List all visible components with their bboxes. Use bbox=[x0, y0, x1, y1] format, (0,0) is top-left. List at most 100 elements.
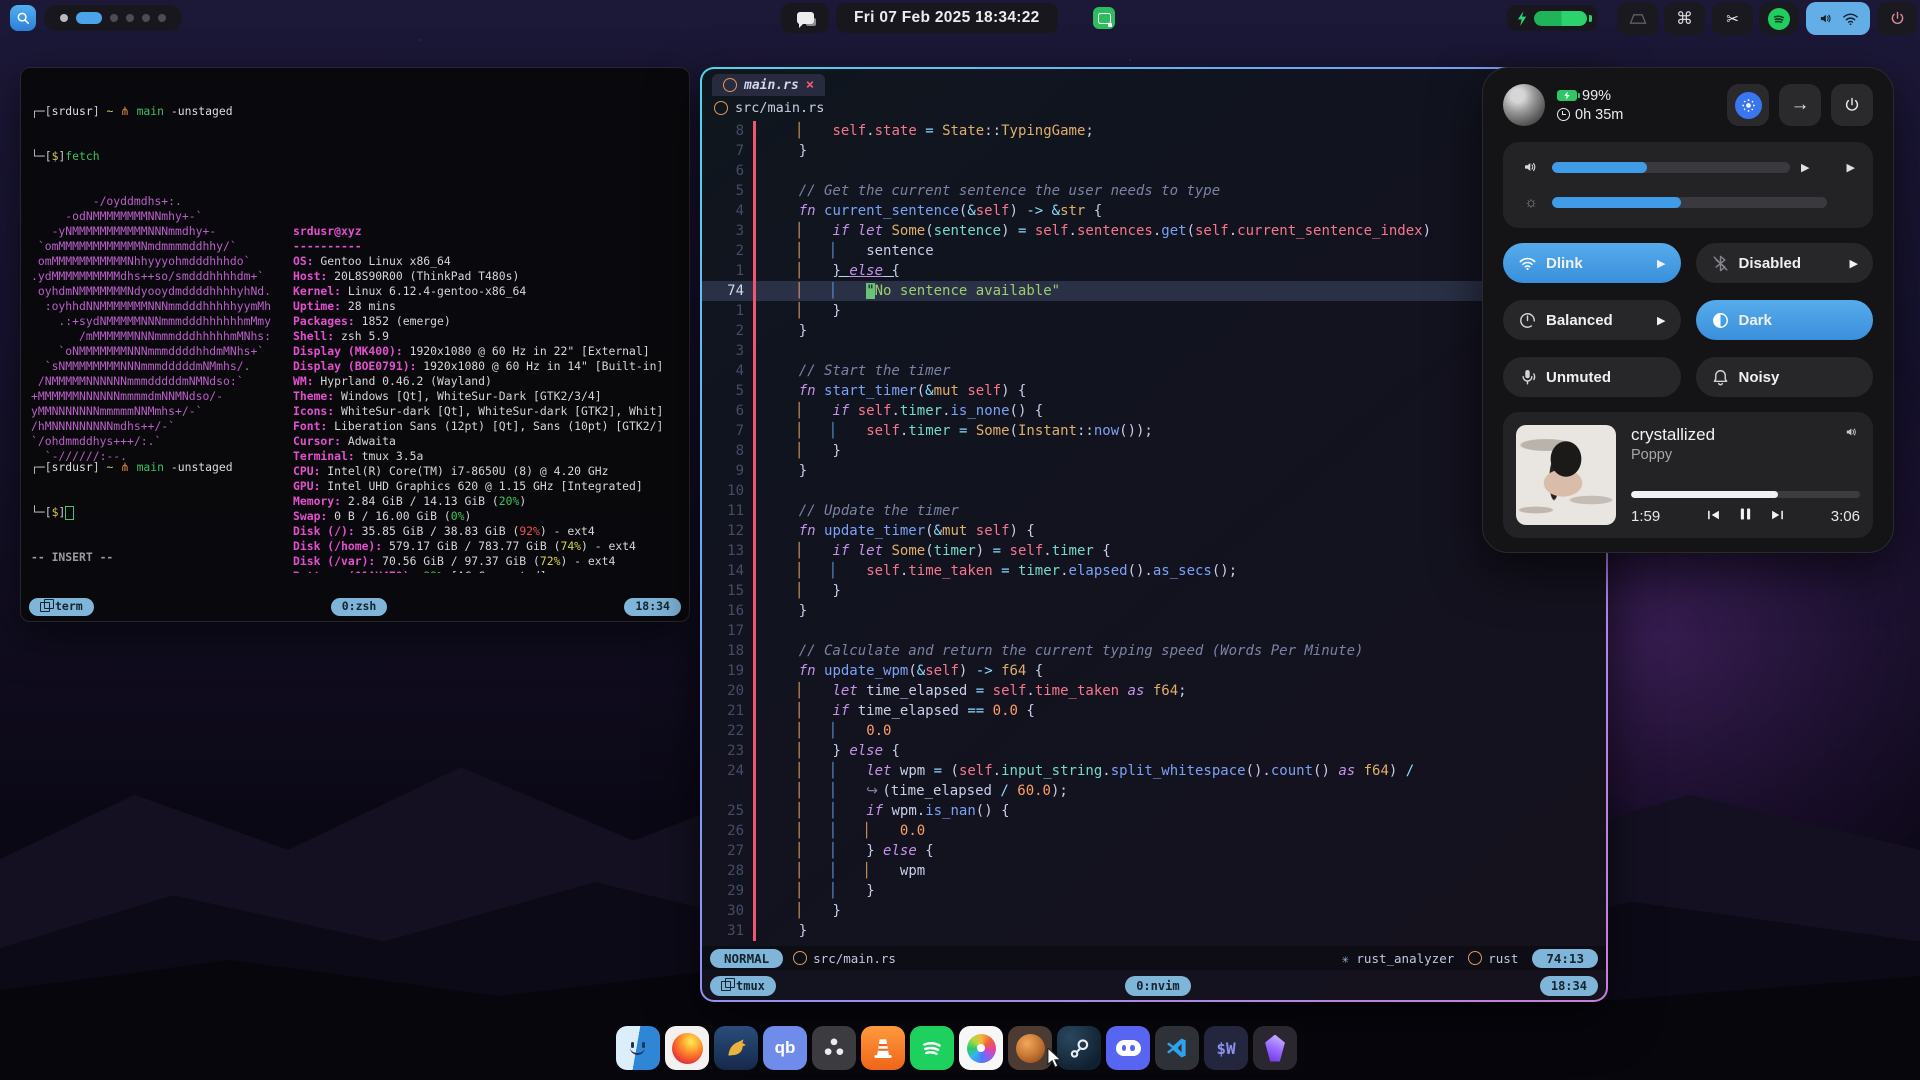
code-line[interactable]: 19 fn update_wpm(&self) -> f64 { bbox=[702, 661, 1606, 681]
volume-slider[interactable] bbox=[1552, 162, 1790, 173]
previous-track-icon[interactable] bbox=[1706, 508, 1721, 525]
tmux-session-pill[interactable]: tmux bbox=[710, 976, 776, 996]
toggle-unmuted[interactable]: Unmuted bbox=[1503, 357, 1681, 397]
brightness-slider[interactable] bbox=[1552, 197, 1827, 208]
code-line[interactable]: 30 ▏ } bbox=[702, 901, 1606, 921]
code-line[interactable]: 18 // Calculate and return the current t… bbox=[702, 641, 1606, 661]
code-line[interactable]: 31 } bbox=[702, 921, 1606, 941]
code-line[interactable]: 7 } bbox=[702, 141, 1606, 161]
code-line[interactable]: 8 ▏ } bbox=[702, 441, 1606, 461]
workspace-2[interactable] bbox=[76, 12, 102, 24]
volume-device-chevron-icon[interactable]: ▶ bbox=[1801, 161, 1809, 174]
code-line[interactable]: 26 ▏ ▏ ▏ 0.0 bbox=[702, 821, 1606, 841]
code-line[interactable]: 12 fn update_timer(&mut self) { bbox=[702, 521, 1606, 541]
workspace-3[interactable] bbox=[110, 14, 118, 22]
chevron-right-icon[interactable]: ▶ bbox=[1657, 257, 1665, 270]
dock-discord-icon[interactable] bbox=[1106, 1026, 1150, 1070]
dock-obs-icon[interactable] bbox=[812, 1026, 856, 1070]
code-line[interactable]: 25 ▏ ▏ if wpm.is_nan() { bbox=[702, 801, 1606, 821]
dock-vlc-icon[interactable] bbox=[861, 1026, 905, 1070]
toggle-noisy[interactable]: Noisy bbox=[1696, 357, 1874, 397]
code-line[interactable]: 4 // Start the timer bbox=[702, 361, 1606, 381]
neovim-window[interactable]: main.rs × src/main.rs 8 ▏ self.state = S… bbox=[702, 69, 1606, 1000]
dock-wezterm-icon[interactable]: $W bbox=[1204, 1026, 1248, 1070]
code-line[interactable]: 24 ▏ ▏ let wpm = (self.input_string.spli… bbox=[702, 761, 1606, 781]
code-line[interactable]: 5 // Get the current sentence the user n… bbox=[702, 181, 1606, 201]
screenshot-scissors-icon[interactable]: ✂ bbox=[1712, 2, 1753, 35]
code-line[interactable]: 27 ▏ ▏ } else { bbox=[702, 841, 1606, 861]
code-line[interactable]: 1 ▏ } bbox=[702, 301, 1606, 321]
pause-icon[interactable] bbox=[1739, 507, 1752, 525]
power-button[interactable] bbox=[1831, 84, 1873, 126]
tab-close-icon[interactable]: × bbox=[806, 77, 814, 93]
command-key-icon[interactable]: ⌘ bbox=[1664, 2, 1705, 35]
code-line[interactable]: 7 ▏ ▏ self.timer = Some(Instant::now()); bbox=[702, 421, 1606, 441]
workspace-5[interactable] bbox=[142, 14, 150, 22]
code-line[interactable]: 9 } bbox=[702, 461, 1606, 481]
workspace-indicator[interactable] bbox=[44, 5, 182, 31]
toggle-disabled[interactable]: Disabled▶ bbox=[1696, 243, 1874, 283]
next-track-icon[interactable] bbox=[1770, 508, 1785, 525]
search-icon[interactable] bbox=[10, 5, 36, 31]
player-output-icon[interactable] bbox=[1844, 425, 1860, 444]
tmux-session-pill[interactable]: term bbox=[29, 598, 94, 616]
dock-spotify-icon[interactable] bbox=[910, 1026, 954, 1070]
logout-button[interactable]: → bbox=[1779, 84, 1821, 126]
toggle-dlink[interactable]: Dlink▶ bbox=[1503, 243, 1681, 283]
volume-wifi-widget[interactable] bbox=[1806, 2, 1870, 35]
code-line[interactable]: 10 bbox=[702, 481, 1606, 501]
tmux-window-pill[interactable]: 0:nvim bbox=[1125, 976, 1190, 996]
status-indicator-icon[interactable] bbox=[1093, 7, 1115, 29]
code-line[interactable]: 23 ▏ } else { bbox=[702, 741, 1606, 761]
code-line[interactable]: 1 ▏ } else { bbox=[702, 261, 1606, 281]
dock-bird-icon[interactable] bbox=[714, 1026, 758, 1070]
code-line[interactable]: 2 } bbox=[702, 321, 1606, 341]
touchpad-icon[interactable] bbox=[1617, 2, 1658, 35]
power-icon[interactable] bbox=[1877, 2, 1917, 35]
code-line[interactable]: 2 ▏ ▏ sentence bbox=[702, 241, 1606, 261]
code-line[interactable]: 16 } bbox=[702, 601, 1606, 621]
code-line[interactable]: 3 bbox=[702, 341, 1606, 361]
settings-button[interactable] bbox=[1727, 84, 1769, 126]
notifications-icon[interactable] bbox=[781, 3, 829, 33]
dock-photos-icon[interactable] bbox=[959, 1026, 1003, 1070]
dock-files-icon[interactable] bbox=[616, 1026, 660, 1070]
spotify-tray-icon[interactable] bbox=[1759, 2, 1799, 35]
workspace-6[interactable] bbox=[158, 14, 166, 22]
tab-main-rs[interactable]: main.rs × bbox=[712, 74, 825, 96]
code-buffer[interactable]: 8 ▏ self.state = State::TypingGame;7 }65… bbox=[702, 121, 1606, 944]
code-line[interactable]: 14 ▏ ▏ self.time_taken = timer.elapsed()… bbox=[702, 561, 1606, 581]
code-line[interactable]: 3 ▏ if let Some(sentence) = self.sentenc… bbox=[702, 221, 1606, 241]
code-line[interactable]: 15 ▏ } bbox=[702, 581, 1606, 601]
album-art[interactable] bbox=[1516, 425, 1616, 525]
workspace-1[interactable] bbox=[60, 14, 68, 22]
avatar[interactable] bbox=[1503, 84, 1545, 126]
code-line[interactable]: 6 ▏ if self.timer.is_none() { bbox=[702, 401, 1606, 421]
toggle-balanced[interactable]: Balanced▶ bbox=[1503, 300, 1681, 340]
code-line[interactable]: 21 ▏ if time_elapsed == 0.0 { bbox=[702, 701, 1606, 721]
dock-obsidian-icon[interactable] bbox=[1253, 1026, 1297, 1070]
dock-vscode-icon[interactable] bbox=[1155, 1026, 1199, 1070]
code-line[interactable]: 20 ▏ let time_elapsed = self.time_taken … bbox=[702, 681, 1606, 701]
clock[interactable]: Fri 07 Feb 2025 18:34:22 bbox=[836, 3, 1058, 33]
dock-qbittorrent-icon[interactable]: qb bbox=[763, 1026, 807, 1070]
code-line[interactable]: 8 ▏ self.state = State::TypingGame; bbox=[702, 121, 1606, 141]
chevron-right-icon[interactable]: ▶ bbox=[1657, 314, 1665, 327]
battery-widget[interactable] bbox=[1507, 5, 1597, 31]
code-line[interactable]: 5 fn start_timer(&mut self) { bbox=[702, 381, 1606, 401]
code-line[interactable]: 4 fn current_sentence(&self) -> &str { bbox=[702, 201, 1606, 221]
code-line[interactable]: 17 bbox=[702, 621, 1606, 641]
tmux-window-pill[interactable]: 0:zsh bbox=[331, 598, 388, 616]
track-progress-bar[interactable] bbox=[1631, 491, 1860, 498]
toggle-dark[interactable]: Dark bbox=[1696, 300, 1874, 340]
volume-expand-chevron-icon[interactable]: ▶ bbox=[1847, 161, 1855, 174]
code-line[interactable]: 74 ▏ ▏ "No sentence available" bbox=[702, 281, 1606, 301]
code-line[interactable]: 13 ▏ if let Some(timer) = self.timer { bbox=[702, 541, 1606, 561]
code-line[interactable]: 6 bbox=[702, 161, 1606, 181]
workspace-4[interactable] bbox=[126, 14, 134, 22]
code-line[interactable]: 11 // Update the timer bbox=[702, 501, 1606, 521]
dock-firefox-icon[interactable] bbox=[665, 1026, 709, 1070]
chevron-right-icon[interactable]: ▶ bbox=[1850, 257, 1858, 270]
terminal-window[interactable]: ┌─[srdusr] ~ ⋔ main -unstaged └─[$]fetch… bbox=[20, 67, 690, 622]
code-line[interactable]: ▏ ▏ ↪ (time_elapsed / 60.0); bbox=[702, 781, 1606, 801]
